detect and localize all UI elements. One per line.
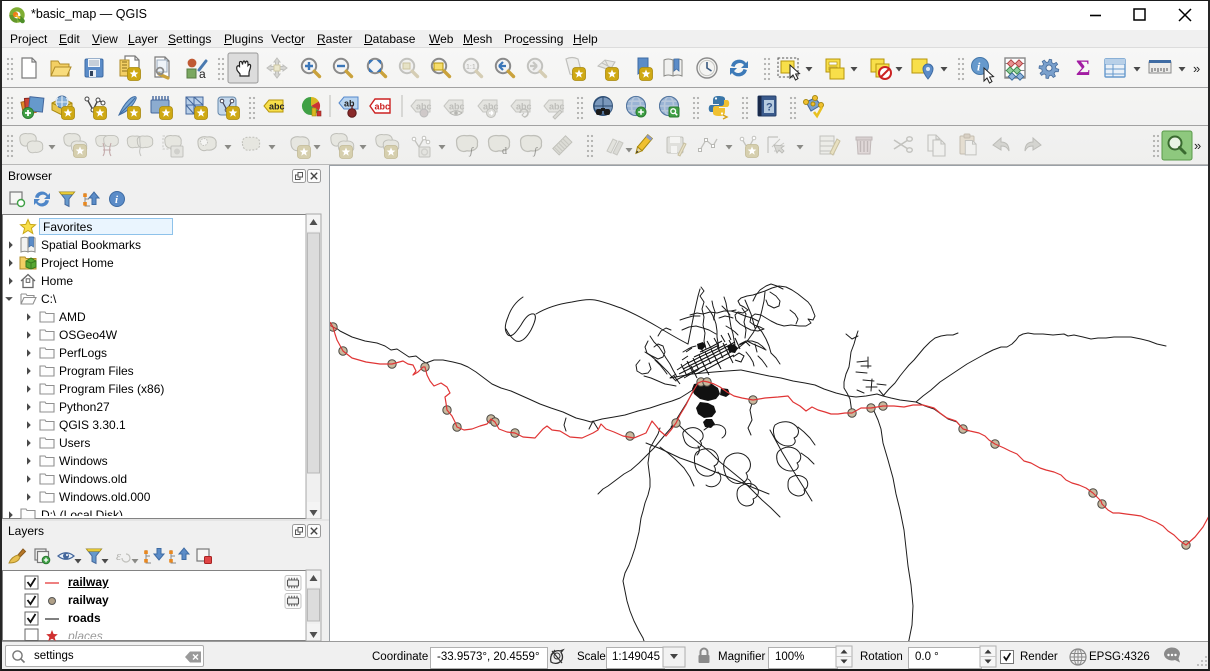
svg-text:d: d xyxy=(502,146,507,157)
svg-text:?: ? xyxy=(766,102,773,114)
svg-text:»: » xyxy=(1194,138,1201,153)
svg-text:Σ: Σ xyxy=(1076,55,1090,80)
svg-text:a: a xyxy=(199,67,206,81)
svg-text:»: » xyxy=(1193,61,1200,76)
svg-text:abc: abc xyxy=(375,102,391,112)
svg-text:ε: ε xyxy=(116,548,122,563)
svg-text:1:1: 1:1 xyxy=(466,64,476,71)
svg-text:ab: ab xyxy=(344,99,355,109)
